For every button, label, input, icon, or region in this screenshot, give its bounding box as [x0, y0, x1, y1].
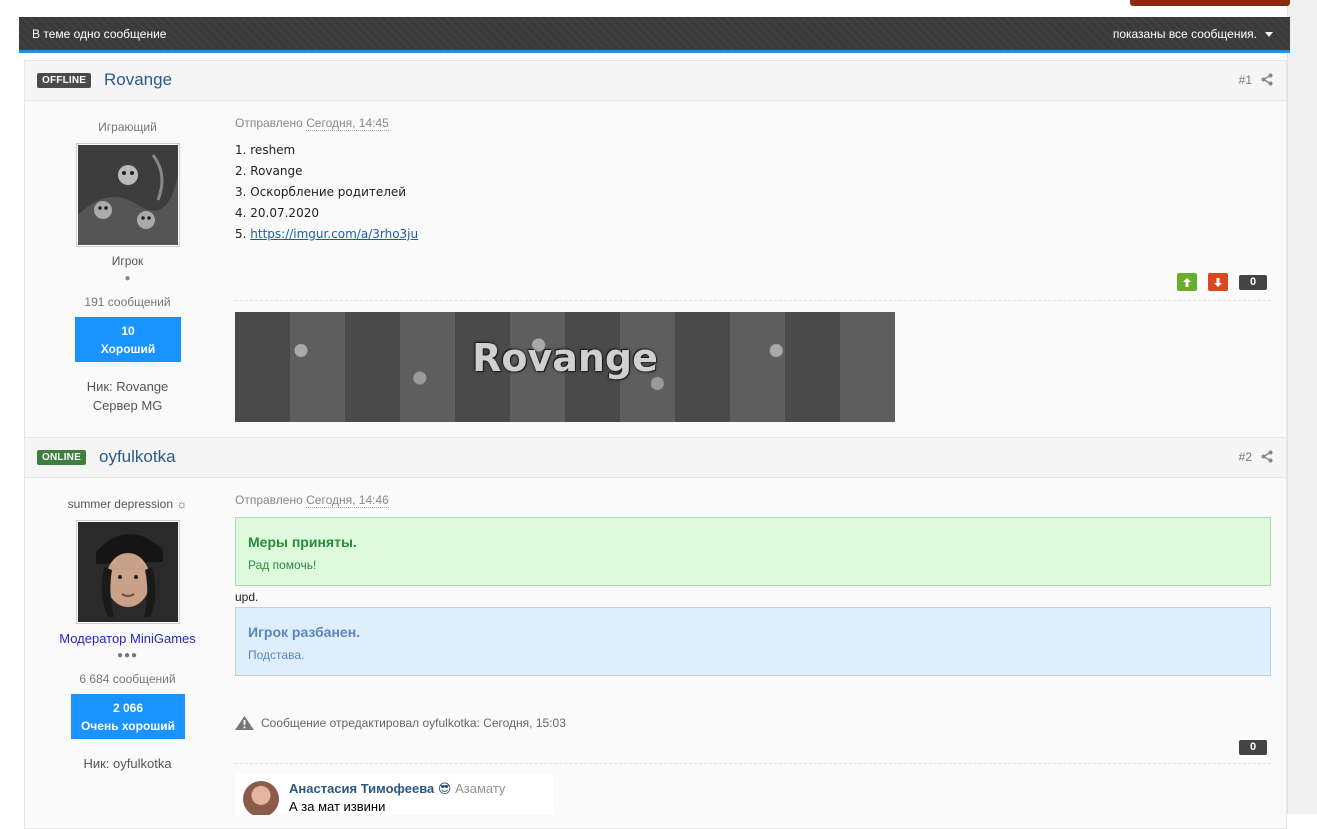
user-title: summer depression ☼	[67, 497, 188, 511]
warning-icon	[235, 716, 254, 730]
top-action-button[interactable]	[1130, 0, 1290, 6]
post-date-prefix: Отправлено	[235, 493, 303, 507]
signature-separator	[235, 300, 1271, 301]
topic-bar: В теме одно сообщение показаны все сообщ…	[19, 17, 1290, 53]
post-number-link[interactable]: #1	[1239, 73, 1252, 87]
user-post-count: 191 сообщений	[84, 295, 171, 309]
post-date-time: Сегодня, 14:46	[306, 493, 389, 508]
status-badge: ONLINE	[37, 450, 86, 465]
edit-note: Сообщение отредактировал oyfulkotka: Сег…	[235, 716, 566, 730]
avatar[interactable]	[76, 520, 180, 624]
info-notice-text: Подстава.	[248, 648, 305, 662]
signature-image: Rovange	[235, 312, 895, 422]
post-content: Отправлено Сегодня, 14:46 Меры приняты. …	[235, 478, 1271, 818]
author-link[interactable]: oyfulkotka	[99, 447, 176, 467]
user-post-count: 6 684 сообщений	[79, 672, 176, 686]
reputation-box: 2 066 Очень хороший	[71, 694, 185, 739]
imgur-link[interactable]: https://imgur.com/a/3rho3ju	[250, 227, 418, 241]
list-item: 5. https://imgur.com/a/3rho3ju	[235, 224, 418, 245]
success-notice: Меры приняты. Рад помочь!	[235, 517, 1271, 586]
page-right-gutter	[1287, 0, 1317, 814]
chevron-down-icon	[1265, 32, 1273, 37]
post-reputation-count: 0	[1239, 740, 1267, 755]
vote-down-button[interactable]	[1208, 273, 1228, 291]
vk-sender-name: Анастасия Тимофеева	[289, 781, 435, 796]
avatar[interactable]	[76, 143, 180, 247]
post-filter-label: показаны все сообщения.	[1112, 27, 1257, 41]
rank-pips: ●	[124, 273, 131, 284]
success-notice-text: Рад помочь!	[248, 558, 317, 572]
post-header: OFFLINE Rovange #1	[25, 61, 1286, 101]
arrow-up-icon	[1183, 277, 1191, 287]
post-date: Отправлено Сегодня, 14:46	[235, 493, 389, 508]
reputation-value: 2 066	[112, 700, 144, 715]
avatar	[243, 781, 279, 815]
list-item: 4. 20.07.2020	[235, 206, 319, 220]
arrow-down-icon	[1214, 277, 1222, 287]
signature-vk-screenshot: Анастасия Тимофеева 😎 Азамату А за мат и…	[235, 773, 553, 815]
author-info: summer depression ☼ Модератор MiniGames …	[25, 478, 230, 818]
sunglasses-icon: 😎	[437, 781, 452, 796]
info-notice-title: Игрок разбанен.	[248, 624, 361, 640]
post-content: Отправлено Сегодня, 14:45 1. reshem 2. R…	[235, 101, 1271, 436]
user-title: Играющий	[98, 120, 157, 134]
edit-note-text: Сообщение отредактировал oyfulkotka: Сег…	[261, 716, 566, 730]
post-2: ONLINE oyfulkotka #2 summer depression ☼…	[24, 437, 1287, 829]
share-icon[interactable]	[1261, 450, 1273, 463]
status-badge: OFFLINE	[37, 73, 92, 88]
user-group: Модератор MiniGames	[59, 631, 196, 646]
custom-field-nick: Ник: oyfulkotka	[83, 756, 172, 771]
author-link[interactable]: Rovange	[104, 70, 172, 90]
user-group: Игрок	[111, 254, 144, 268]
share-icon[interactable]	[1261, 73, 1273, 86]
list-item: 3. Оскорбление родителей	[235, 185, 407, 199]
post-date-prefix: Отправлено	[235, 116, 303, 130]
reputation-value: 10	[121, 323, 135, 338]
reputation-label: Хороший	[100, 341, 156, 356]
custom-field-server: Сервер MG	[92, 398, 163, 413]
vk-message: А за мат извини	[289, 799, 386, 814]
post-number-link[interactable]: #2	[1239, 450, 1252, 464]
success-notice-title: Меры приняты.	[248, 534, 357, 550]
info-notice: Игрок разбанен. Подстава.	[235, 607, 1271, 676]
rank-pips: ●●●	[116, 650, 139, 661]
post-body: 1. reshem 2. Rovange 3. Оскорбление роди…	[235, 140, 418, 245]
update-label: upd.	[235, 590, 259, 604]
post-count-summary: В теме одно сообщение	[32, 27, 167, 41]
post-filter-dropdown[interactable]: показаны все сообщения.	[1113, 27, 1273, 41]
post-1: OFFLINE Rovange #1 Играющий Игрок ● 191 …	[24, 60, 1287, 439]
list-item: 2. Rovange	[235, 164, 303, 178]
vk-sender: Анастасия Тимофеева 😎 Азамату	[289, 781, 505, 797]
vk-recipient: Азамату	[455, 781, 506, 796]
post-date-time: Сегодня, 14:45	[306, 116, 389, 131]
post-reputation-count: 0	[1239, 275, 1267, 290]
custom-field-nick: Ник: Rovange	[86, 379, 169, 394]
reputation-label: Очень хороший	[80, 718, 176, 733]
list-item: 1. reshem	[235, 143, 296, 157]
reputation-box: 10 Хороший	[75, 317, 181, 362]
post-date: Отправлено Сегодня, 14:45	[235, 116, 389, 131]
signature-separator	[235, 763, 1271, 764]
vote-up-button[interactable]	[1177, 273, 1197, 291]
list-item-prefix: 5.	[235, 227, 251, 241]
author-info: Играющий Игрок ● 191 сообщений 10 Хороши…	[25, 101, 230, 431]
post-header: ONLINE oyfulkotka #2	[25, 438, 1286, 478]
signature-text: Rovange	[472, 336, 658, 380]
